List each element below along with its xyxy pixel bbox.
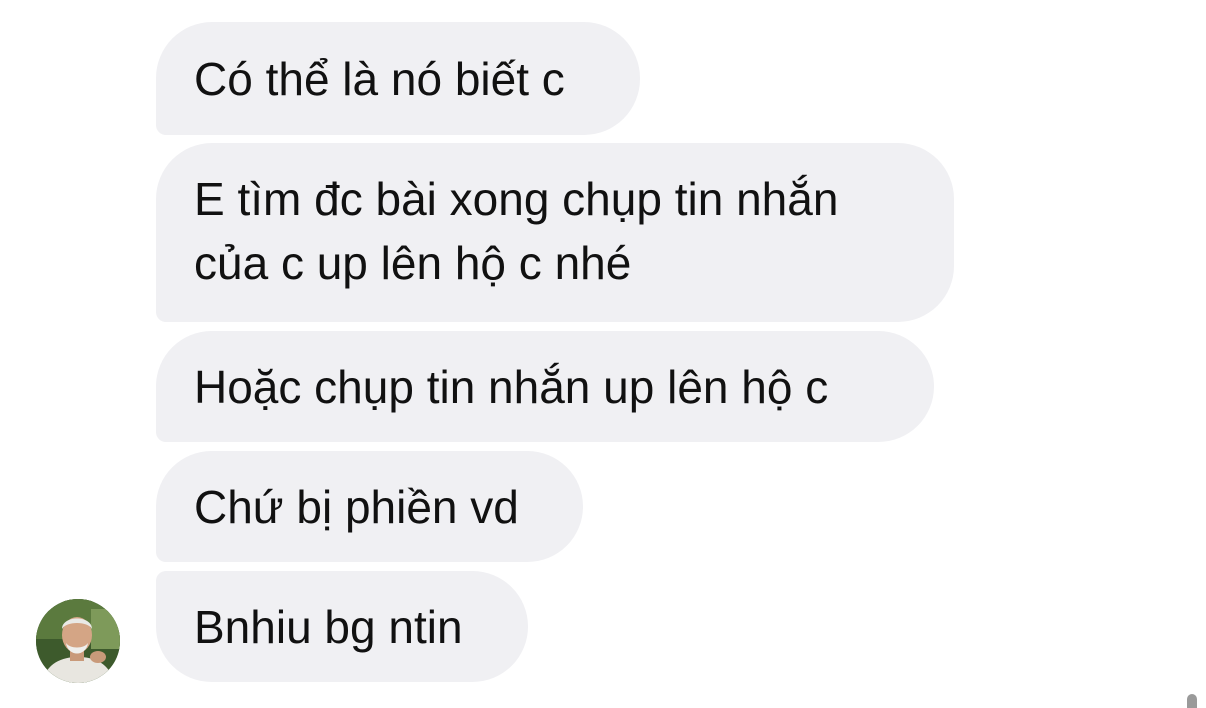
- message-text: Hoặc chụp tin nhắn up lên hộ c: [194, 360, 829, 413]
- message-text: Bnhiu bg ntin: [194, 600, 463, 653]
- message-bubble[interactable]: Có thể là nó biết c: [156, 22, 640, 135]
- sender-avatar[interactable]: [36, 599, 120, 683]
- message-thread: Có thể là nó biết c E tìm đc bài xong ch…: [0, 0, 1206, 708]
- message-bubble[interactable]: Bnhiu bg ntin: [156, 571, 528, 682]
- message-text: Chứ bị phiền vd: [194, 480, 519, 533]
- message-text: E tìm đc bài xong chụp tin nhắn của c up…: [194, 173, 839, 289]
- message-text: Có thể là nó biết c: [194, 52, 565, 105]
- message-bubble[interactable]: Hoặc chụp tin nhắn up lên hộ c: [156, 331, 934, 442]
- message-bubble[interactable]: E tìm đc bài xong chụp tin nhắn của c up…: [156, 143, 954, 322]
- avatar-photo-icon: [36, 599, 120, 683]
- message-bubble[interactable]: Chứ bị phiền vd: [156, 451, 583, 562]
